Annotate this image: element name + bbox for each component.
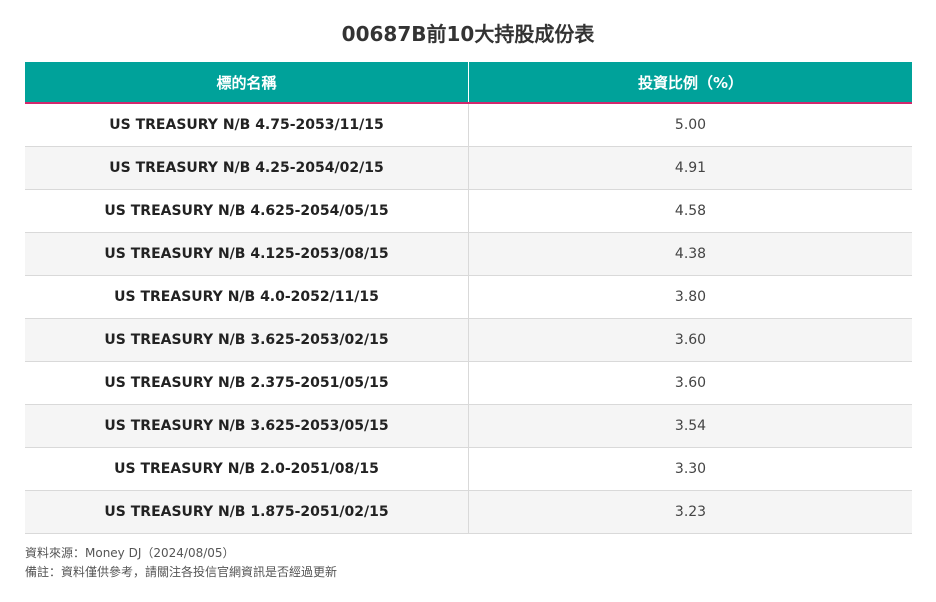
holding-name: US TREASURY N/B 2.0-2051/08/15 bbox=[25, 447, 469, 491]
holding-weight: 3.80 bbox=[468, 275, 912, 319]
holding-name: US TREASURY N/B 4.125-2053/08/15 bbox=[25, 232, 469, 276]
table-row: US TREASURY N/B 4.75-2053/11/15 5.00 bbox=[25, 103, 912, 147]
holding-name: US TREASURY N/B 3.625-2053/02/15 bbox=[25, 318, 469, 362]
header-name: 標的名稱 bbox=[25, 62, 469, 104]
header-weight: 投資比例（%） bbox=[468, 62, 912, 104]
remark-note: 備註：資料僅供參考，請關注各投信官網資訊是否經過更新 bbox=[25, 565, 338, 579]
holding-name: US TREASURY N/B 4.25-2054/02/15 bbox=[25, 146, 469, 190]
table-row: US TREASURY N/B 4.125-2053/08/15 4.38 bbox=[25, 232, 912, 276]
table-row: US TREASURY N/B 3.625-2053/05/15 3.54 bbox=[25, 404, 912, 448]
table-row: US TREASURY N/B 4.625-2054/05/15 4.58 bbox=[25, 189, 912, 233]
source-note: 資料來源：Money DJ（2024/08/05） bbox=[25, 546, 235, 560]
holding-name: US TREASURY N/B 2.375-2051/05/15 bbox=[25, 361, 469, 405]
holding-weight: 5.00 bbox=[468, 103, 912, 147]
table-row: US TREASURY N/B 4.0-2052/11/15 3.80 bbox=[25, 275, 912, 319]
table-row: US TREASURY N/B 2.375-2051/05/15 3.60 bbox=[25, 361, 912, 405]
holding-weight: 4.38 bbox=[468, 232, 912, 276]
table-row: US TREASURY N/B 3.625-2053/02/15 3.60 bbox=[25, 318, 912, 362]
holding-weight: 3.54 bbox=[468, 404, 912, 448]
holding-weight: 4.91 bbox=[468, 146, 912, 190]
table-row: US TREASURY N/B 1.875-2051/02/15 3.23 bbox=[25, 490, 912, 534]
holding-weight: 3.60 bbox=[468, 361, 912, 405]
page-title: 00687B前10大持股成份表 bbox=[341, 22, 595, 46]
holding-weight: 3.60 bbox=[468, 318, 912, 362]
holding-name: US TREASURY N/B 4.75-2053/11/15 bbox=[25, 103, 469, 147]
holding-name: US TREASURY N/B 1.875-2051/02/15 bbox=[25, 490, 469, 534]
holding-name: US TREASURY N/B 3.625-2053/05/15 bbox=[25, 404, 469, 448]
holding-weight: 3.30 bbox=[468, 447, 912, 491]
holding-name: US TREASURY N/B 4.625-2054/05/15 bbox=[25, 189, 469, 233]
table-header-row: 標的名稱 投資比例（%） bbox=[25, 62, 912, 104]
holdings-table: 標的名稱 投資比例（%） US TREASURY N/B 4.75-2053/1… bbox=[25, 62, 912, 534]
holding-weight: 3.23 bbox=[468, 490, 912, 534]
table-row: US TREASURY N/B 4.25-2054/02/15 4.91 bbox=[25, 146, 912, 190]
holding-name: US TREASURY N/B 4.0-2052/11/15 bbox=[25, 275, 469, 319]
table-row: US TREASURY N/B 2.0-2051/08/15 3.30 bbox=[25, 447, 912, 491]
footnotes: 資料來源：Money DJ（2024/08/05） 備註：資料僅供參考，請關注各… bbox=[25, 544, 337, 582]
holdings-page: 00687B前10大持股成份表 標的名稱 投資比例（%） US TREASURY… bbox=[0, 0, 936, 602]
holding-weight: 4.58 bbox=[468, 189, 912, 233]
